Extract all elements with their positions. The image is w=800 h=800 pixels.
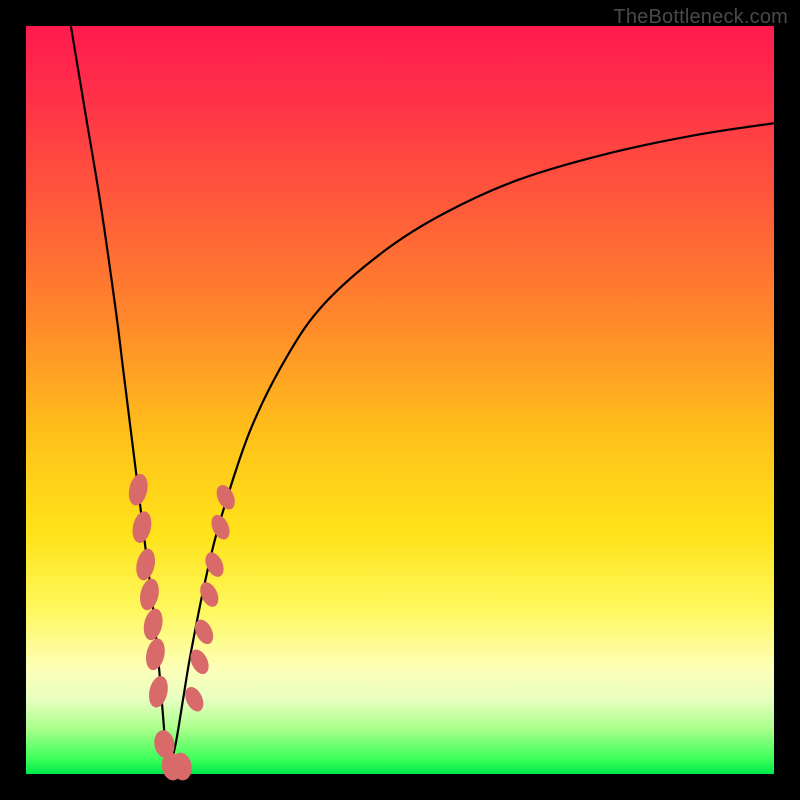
marker-bead [208, 512, 233, 542]
marker-bead [130, 510, 154, 545]
chart-frame: TheBottleneck.com [0, 0, 800, 800]
chart-svg [26, 26, 774, 774]
marker-bead [141, 607, 165, 642]
marker-bead [213, 482, 238, 512]
marker-bead [126, 472, 150, 507]
marker-bead [143, 637, 167, 672]
curve-right-branch [168, 123, 774, 774]
chart-plot-area [26, 26, 774, 774]
marker-beads [126, 472, 238, 782]
marker-bead [134, 547, 158, 582]
marker-bead [146, 674, 170, 709]
watermark-text: TheBottleneck.com [613, 6, 788, 29]
marker-bead [137, 577, 161, 612]
